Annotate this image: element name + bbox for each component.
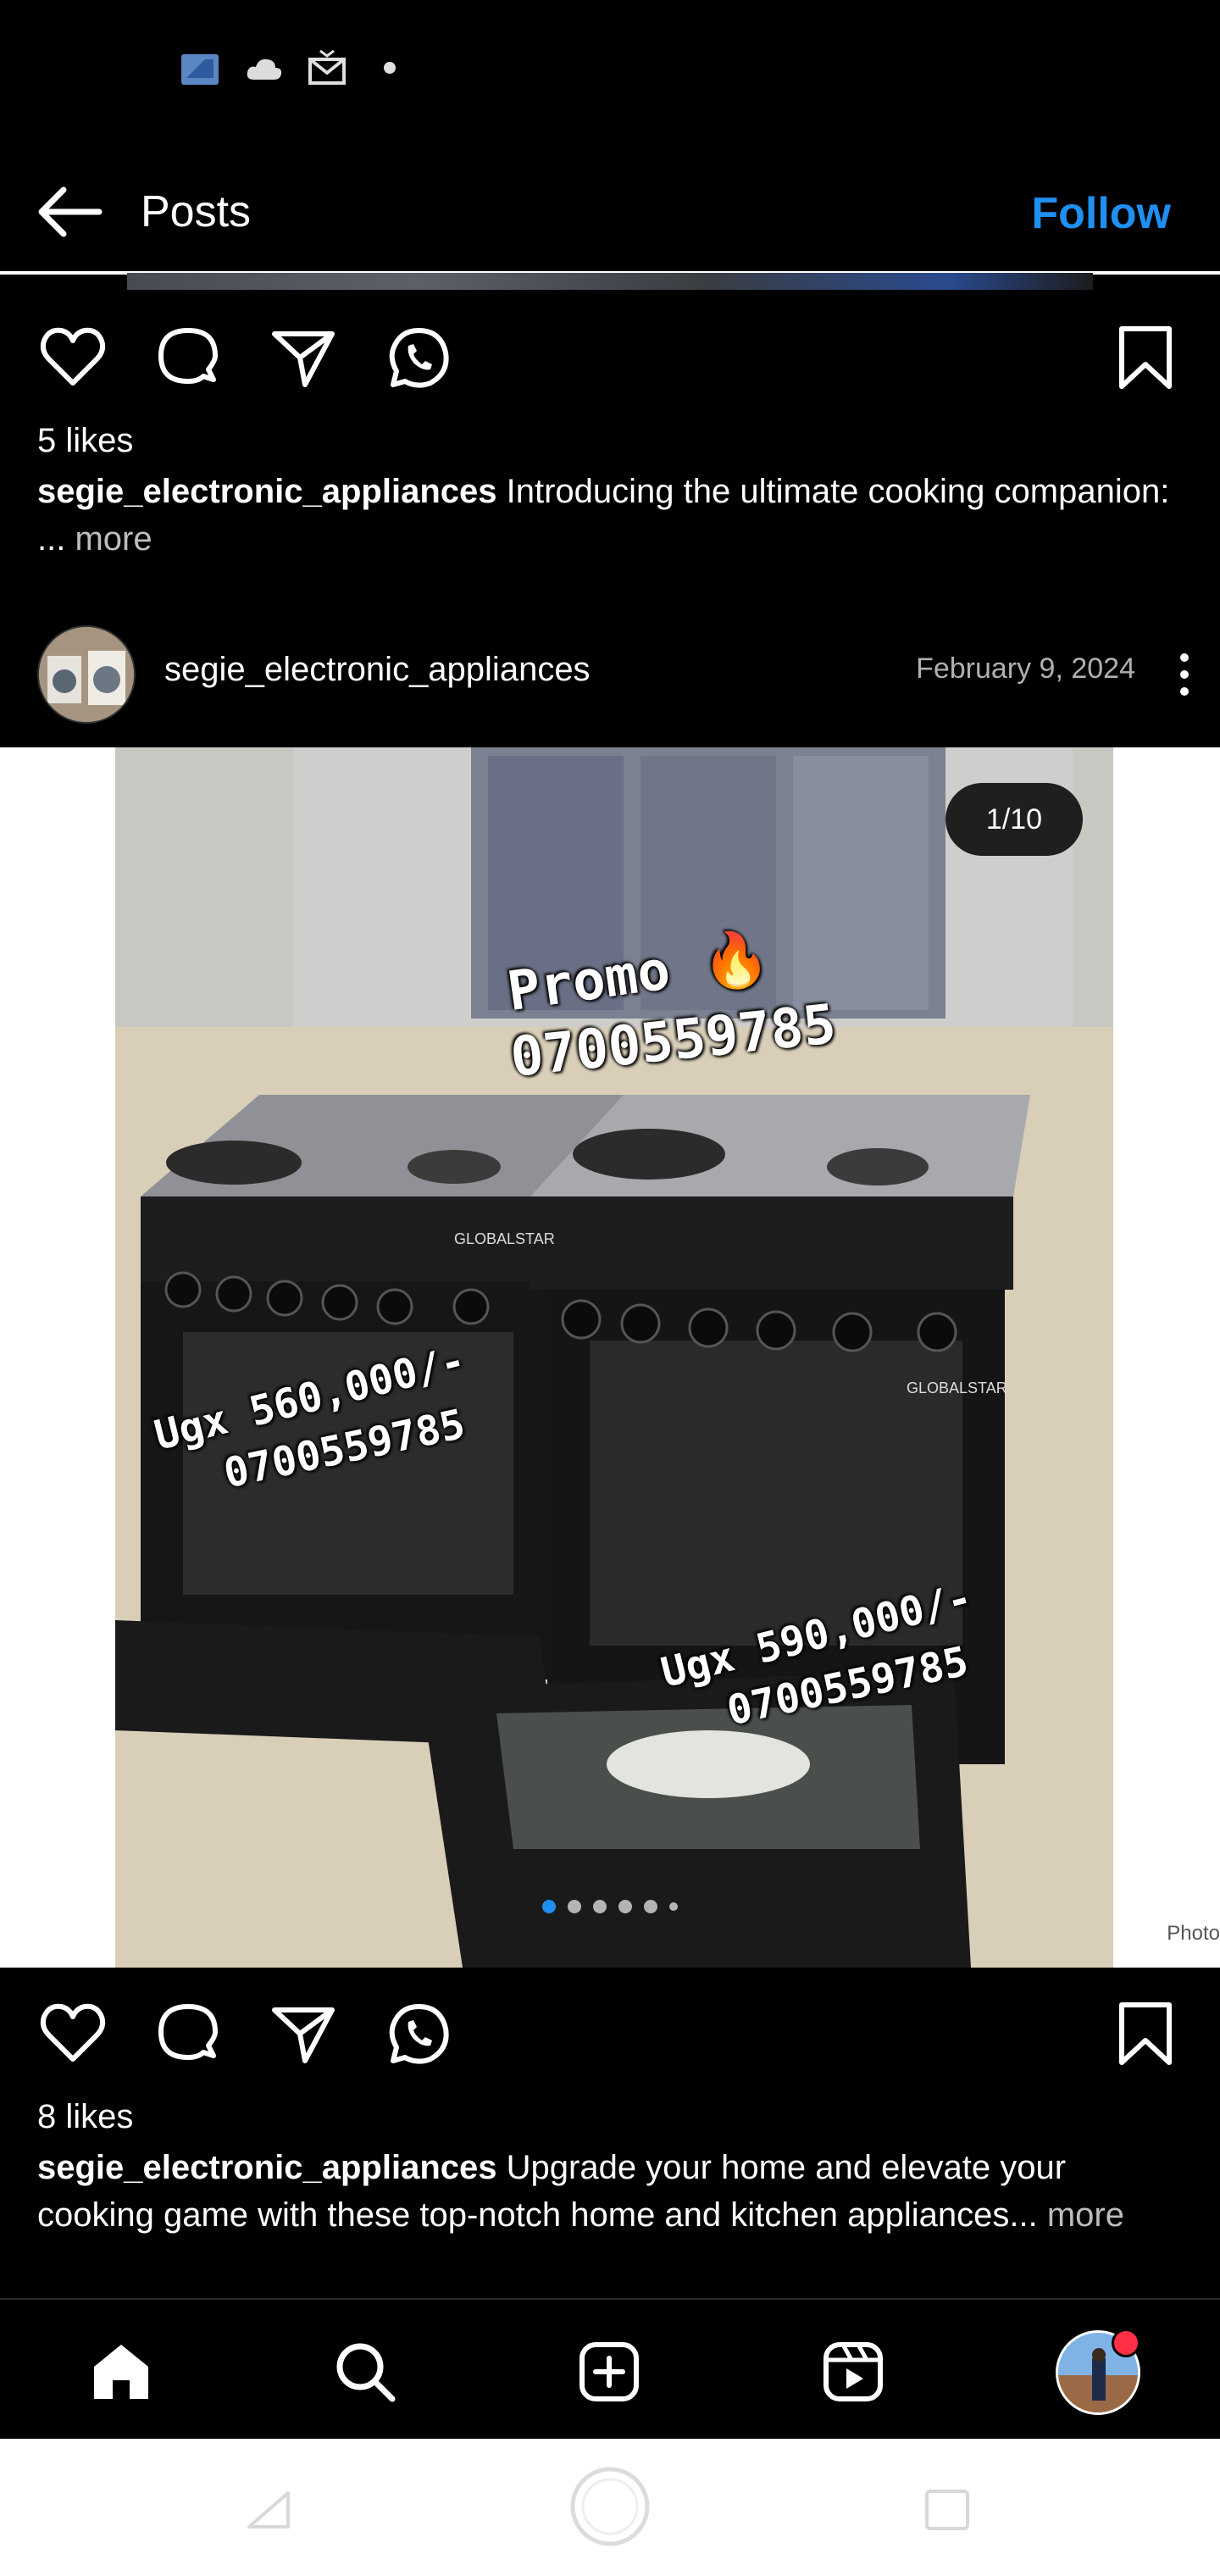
post2-likes-count[interactable]: 8 likes bbox=[37, 2098, 133, 2136]
more-options-button[interactable] bbox=[1161, 641, 1208, 708]
like-button[interactable] bbox=[39, 2000, 107, 2068]
bottom-navigation bbox=[0, 2298, 1220, 2440]
home-icon bbox=[94, 2345, 148, 2399]
recents-square-icon[interactable] bbox=[923, 2488, 971, 2532]
carousel-dot-active bbox=[542, 1900, 556, 1913]
carousel-dots bbox=[0, 1900, 1220, 1913]
carousel-dot bbox=[669, 1902, 678, 1911]
post-media-carousel[interactable]: 1/10 Promo 🔥 0700559785 Ugx 560,000/- 07… bbox=[0, 747, 1220, 1968]
top-app-bar: Posts Follow bbox=[0, 153, 1220, 271]
sim-card-icon bbox=[181, 54, 219, 85]
notification-badge bbox=[1112, 2329, 1140, 2357]
whatsapp-icon bbox=[389, 328, 449, 388]
heart-icon bbox=[40, 327, 106, 386]
nav-reels[interactable] bbox=[815, 2334, 891, 2410]
status-bar bbox=[0, 0, 1220, 136]
bookmark-icon bbox=[1119, 326, 1172, 389]
whatsapp-button[interactable] bbox=[385, 324, 452, 391]
like-button[interactable] bbox=[39, 324, 107, 391]
mail-icon bbox=[308, 49, 346, 85]
share-icon bbox=[272, 2007, 335, 2063]
more-link[interactable]: more bbox=[1047, 2196, 1124, 2234]
back-button[interactable] bbox=[32, 180, 105, 244]
nav-search[interactable] bbox=[327, 2334, 403, 2410]
brand-label-right: GLOBALSTAR bbox=[907, 1380, 1007, 1396]
comment-button[interactable] bbox=[154, 2000, 222, 2068]
post-header: segie_electronic_appliances February 9, … bbox=[0, 610, 1220, 737]
more-link[interactable]: more bbox=[75, 520, 152, 558]
post-photo: 1/10 Promo 🔥 0700559785 Ugx 560,000/- 07… bbox=[115, 747, 1113, 1968]
brand-label-left: GLOBALSTAR bbox=[454, 1230, 555, 1247]
post-date: February 9, 2024 bbox=[916, 652, 1135, 685]
previous-post-image[interactable] bbox=[127, 273, 1093, 290]
comment-icon bbox=[158, 328, 218, 384]
reels-icon bbox=[824, 2342, 883, 2401]
carousel-dot bbox=[618, 1900, 632, 1913]
back-triangle-icon[interactable] bbox=[244, 2490, 291, 2530]
nav-create[interactable] bbox=[571, 2334, 647, 2410]
dot-icon bbox=[384, 62, 396, 74]
slide-counter: 1/10 bbox=[946, 783, 1083, 856]
carousel-dot bbox=[644, 1900, 657, 1913]
post1-caption[interactable]: segie_electronic_appliances Introducing … bbox=[37, 468, 1190, 563]
comment-button[interactable] bbox=[154, 324, 222, 391]
system-navigation-bar bbox=[0, 2439, 1220, 2576]
bookmark-icon bbox=[1119, 2002, 1172, 2065]
post1-action-row bbox=[0, 315, 1220, 400]
whatsapp-button[interactable] bbox=[385, 2000, 452, 2068]
washing-machine-photo bbox=[39, 627, 134, 722]
search-icon bbox=[336, 2343, 396, 2402]
post2-caption[interactable]: segie_electronic_appliances Upgrade your… bbox=[37, 2144, 1190, 2239]
share-button[interactable] bbox=[269, 2000, 337, 2068]
caption-username[interactable]: segie_electronic_appliances bbox=[37, 2149, 497, 2186]
arrow-left-icon bbox=[38, 186, 103, 237]
share-icon bbox=[272, 331, 335, 387]
comment-icon bbox=[158, 2004, 218, 2060]
post2-action-row bbox=[0, 1991, 1220, 2076]
avatar[interactable] bbox=[37, 625, 136, 724]
nav-home[interactable] bbox=[83, 2334, 159, 2410]
post-username[interactable]: segie_electronic_appliances bbox=[164, 651, 591, 689]
home-circle-icon[interactable] bbox=[568, 2464, 652, 2549]
cloud-icon bbox=[247, 58, 282, 80]
cooker-photo-illustration bbox=[115, 747, 1113, 1968]
post1-likes-count[interactable]: 5 likes bbox=[37, 422, 133, 460]
create-icon bbox=[580, 2342, 639, 2401]
share-button[interactable] bbox=[269, 324, 337, 391]
follow-button[interactable]: Follow bbox=[1031, 180, 1171, 247]
save-button[interactable] bbox=[1112, 2000, 1179, 2068]
carousel-dot bbox=[593, 1900, 607, 1913]
whatsapp-icon bbox=[389, 2004, 449, 2064]
save-button[interactable] bbox=[1112, 324, 1179, 391]
heart-icon bbox=[40, 2003, 106, 2062]
carousel-dot bbox=[568, 1900, 581, 1913]
photo-credit: Photo bbox=[1167, 1922, 1220, 1945]
caption-username[interactable]: segie_electronic_appliances bbox=[37, 473, 497, 510]
page-title: Posts bbox=[141, 187, 252, 236]
